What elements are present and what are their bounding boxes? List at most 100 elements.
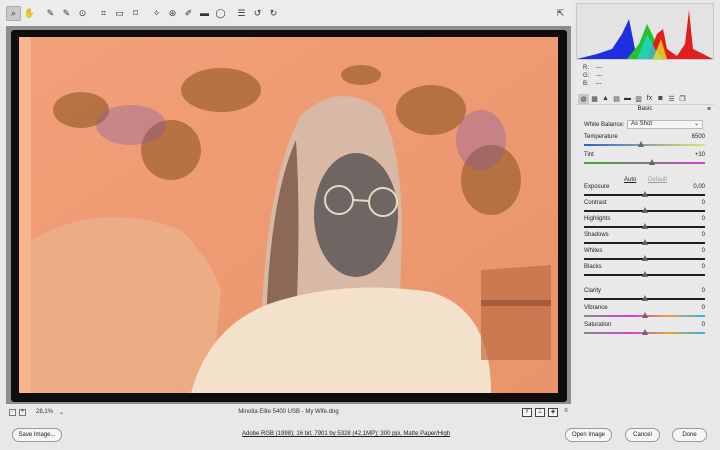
highlights-value[interactable]: 0	[702, 216, 705, 222]
saturation-slider-handle[interactable]	[641, 329, 648, 335]
zoom-icon[interactable]: ⌕	[6, 5, 21, 21]
temperature-slider-handle[interactable]	[637, 141, 644, 147]
default-link[interactable]: Default	[648, 177, 667, 183]
panel-tab-1-icon[interactable]: ◍	[578, 93, 589, 104]
contrast-value[interactable]: 0	[702, 200, 705, 206]
color-sampler-icon[interactable]: ✎	[59, 6, 74, 21]
fullscreen-icon[interactable]: ⇱	[553, 6, 568, 20]
clarity-slider-handle[interactable]	[641, 295, 648, 301]
whites-slider-row: Whites 0	[584, 248, 705, 264]
preview-area[interactable]	[6, 26, 571, 404]
white-balance-label: White Balance:	[584, 122, 625, 128]
preview-mode-button[interactable]: Y	[522, 408, 532, 417]
temperature-slider-row: Temperature 6500	[584, 134, 705, 150]
temperature-slider-track[interactable]	[584, 144, 705, 146]
panel-tab-4-icon[interactable]: ▤	[611, 94, 622, 104]
photo-preview	[11, 30, 567, 402]
workflow-options-link[interactable]: Adobe RGB (1998); 16 bit; 7901 by 5328 (…	[242, 431, 450, 437]
crop-icon[interactable]: ⌗	[96, 6, 111, 21]
graduated-filter-icon[interactable]: ▬	[197, 6, 212, 21]
panel-tabs: ◍ ▦ ▲ ▤ ▬ ▥ fx ◙ ☰ ❐	[576, 93, 714, 105]
open-image-button[interactable]: Open Image	[565, 428, 612, 442]
vibrance-label: Vibrance	[584, 305, 608, 311]
save-image-button[interactable]: Save Image...	[12, 428, 62, 442]
tint-slider-track[interactable]	[584, 162, 705, 164]
zoom-level[interactable]: 28,1%	[36, 409, 53, 415]
panel-tab-8-icon[interactable]: ◙	[655, 94, 666, 104]
saturation-slider-row: Saturation 0	[584, 322, 705, 338]
targeted-adjustment-icon[interactable]: ⊙	[75, 6, 90, 21]
panel-section-title: Basic	[637, 106, 653, 112]
rotate-right-icon[interactable]: ↻	[266, 6, 281, 21]
rotate-left-icon[interactable]: ↺	[250, 6, 265, 21]
transform-icon[interactable]: ⌑	[128, 6, 143, 21]
zoom-out-button[interactable]: -	[9, 408, 16, 416]
shadows-label: Shadows	[584, 232, 609, 238]
highlights-label: Highlights	[584, 216, 611, 222]
saturation-label: Saturation	[584, 322, 612, 328]
exposure-slider-handle[interactable]	[641, 191, 648, 197]
spot-removal-icon[interactable]: ✧	[149, 6, 164, 21]
clarity-value[interactable]: 0	[702, 288, 705, 294]
panel-tab-9-icon[interactable]: ☰	[666, 94, 677, 104]
straighten-icon[interactable]: ▭	[112, 6, 127, 21]
histogram	[576, 3, 714, 60]
contrast-slider-row: Contrast 0	[584, 200, 705, 216]
tint-slider-handle[interactable]	[648, 159, 655, 165]
panel-tab-2-icon[interactable]: ▦	[589, 94, 600, 104]
blacks-label: Blacks	[584, 264, 602, 270]
red-eye-icon[interactable]: ⊛	[165, 6, 180, 21]
clarity-label: Clarity	[584, 288, 602, 294]
blacks-slider-row: Blacks 0	[584, 264, 705, 280]
before-after-button[interactable]: ⊥	[535, 408, 545, 417]
whites-slider-handle[interactable]	[641, 255, 648, 261]
temperature-label: Temperature	[584, 134, 618, 140]
tint-value[interactable]: +10	[695, 152, 705, 158]
radial-filter-icon[interactable]: ◯	[213, 6, 228, 21]
preferences-icon[interactable]: ☰	[234, 6, 249, 21]
zoom-in-button[interactable]: +	[19, 408, 26, 416]
done-button[interactable]: Done	[672, 428, 707, 442]
whites-value[interactable]: 0	[702, 248, 705, 254]
blacks-value[interactable]: 0	[702, 264, 705, 270]
tint-slider-row: Tint +10	[584, 152, 705, 168]
shadows-slider-handle[interactable]	[641, 239, 648, 245]
adjustment-panel: R: --- G: --- B: --- ◍ ▦ ▲ ▤ ▬ ▥ fx ◙ ☰ ❐ Basic ≡ Wh…	[576, 3, 714, 419]
contrast-slider-handle[interactable]	[641, 207, 648, 213]
panel-tab-6-icon[interactable]: ▥	[633, 94, 644, 104]
temperature-value[interactable]: 6500	[692, 134, 705, 140]
panel-tab-5-icon[interactable]: ▬	[622, 94, 633, 104]
shadows-value[interactable]: 0	[702, 232, 705, 238]
panel-tab-3-icon[interactable]: ▲	[600, 94, 611, 104]
toggle-settings-button[interactable]: ◈	[548, 408, 558, 417]
exposure-label: Exposure	[584, 184, 610, 190]
panel-menu-icon[interactable]: ≡	[707, 106, 711, 113]
whites-label: Whites	[584, 248, 603, 254]
hand-icon[interactable]: ✋	[22, 6, 37, 21]
negative-photo-image	[19, 37, 558, 393]
toolbar: ⌕ ✋ ✎ ✎ ⊙ ⌗ ▭ ⌑ ✧ ⊛ ✐ ▬ ◯ ☰ ↺ ↻	[0, 0, 573, 26]
highlights-slider-row: Highlights 0	[584, 216, 705, 232]
vibrance-slider-handle[interactable]	[641, 312, 648, 318]
shadows-slider-row: Shadows 0	[584, 232, 705, 248]
preview-preferences-button[interactable]: ≡	[561, 408, 571, 417]
panel-tab-7-icon[interactable]: fx	[644, 94, 655, 104]
tint-label: Tint	[584, 152, 594, 158]
adjustment-brush-icon[interactable]: ✐	[181, 6, 196, 21]
vibrance-value[interactable]: 0	[702, 305, 705, 311]
white-balance-select[interactable]: As Shot ⌄	[627, 120, 703, 129]
auto-link[interactable]: Auto	[624, 177, 636, 183]
highlights-slider-handle[interactable]	[641, 223, 648, 229]
contrast-label: Contrast	[584, 200, 607, 206]
white-balance-icon[interactable]: ✎	[43, 6, 58, 21]
clarity-slider-row: Clarity 0	[584, 288, 705, 304]
saturation-value[interactable]: 0	[702, 322, 705, 328]
blacks-slider-handle[interactable]	[641, 271, 648, 277]
vibrance-slider-row: Vibrance 0	[584, 305, 705, 321]
exposure-value[interactable]: 0,00	[693, 184, 705, 190]
chevron-down-icon: ⌄	[693, 121, 699, 127]
cancel-button[interactable]: Cancel	[625, 428, 660, 442]
zoom-dropdown-icon[interactable]: ⌄	[59, 409, 64, 416]
rgb-readout: R: --- G: --- B: ---	[583, 65, 603, 87]
panel-tab-10-icon[interactable]: ❐	[677, 94, 688, 104]
